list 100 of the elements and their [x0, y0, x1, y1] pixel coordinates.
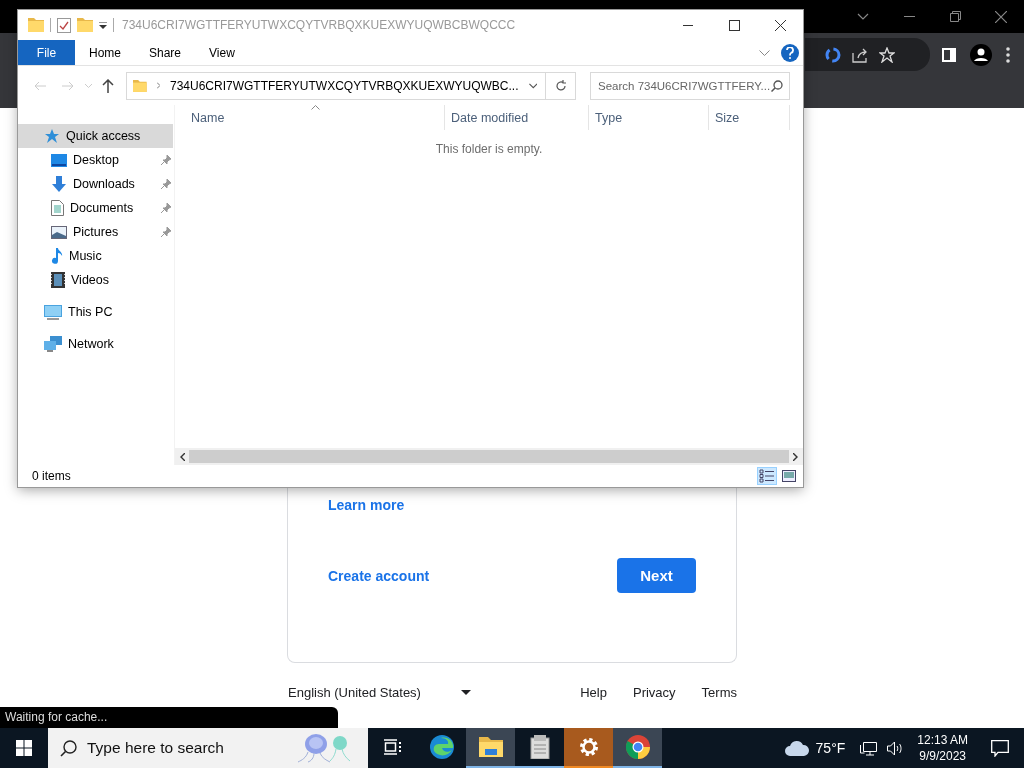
- footer-link[interactable]: Privacy: [633, 685, 676, 700]
- bookmark-star-button[interactable]: [879, 46, 895, 63]
- view-toggle[interactable]: [757, 467, 777, 485]
- nav-item[interactable]: Music: [18, 244, 173, 268]
- close-icon: [995, 10, 1007, 23]
- dropdown-arrow-icon: [99, 21, 107, 29]
- nav-item[interactable]: Downloads: [18, 172, 173, 196]
- language-select[interactable]: English (United States): [288, 685, 471, 700]
- share-icon: [852, 46, 868, 63]
- minimize-icon: [903, 16, 915, 17]
- minimize-icon: [683, 24, 693, 26]
- star-outline-icon: [879, 46, 895, 63]
- help-icon: [786, 46, 794, 59]
- nav-item[interactable]: Pictures: [18, 220, 173, 244]
- column-header[interactable]: Date modified: [445, 105, 589, 130]
- scroll-left-icon: [180, 452, 185, 461]
- nav-item[interactable]: Desktop: [18, 148, 173, 172]
- search-box[interactable]: Search 734U6CRI7WGTTFERY...: [590, 71, 790, 100]
- search-icon: [60, 739, 77, 757]
- cloud-icon: [783, 740, 810, 756]
- create-account-link[interactable]: Create account: [328, 567, 430, 584]
- learn-more-link[interactable]: Learn more: [328, 497, 405, 513]
- item-count: 0 items: [32, 469, 71, 483]
- person-icon: [970, 43, 992, 66]
- share-button[interactable]: [852, 46, 868, 63]
- ribbon-tab[interactable]: View: [195, 40, 249, 65]
- computer-icon: [44, 304, 62, 320]
- horizontal-scrollbar[interactable]: [175, 448, 803, 465]
- chevron-down-icon: [857, 13, 869, 20]
- nav-item[interactable]: Network: [18, 332, 173, 356]
- column-header[interactable]: Name: [175, 105, 445, 130]
- chevron-down-icon: [758, 49, 770, 56]
- help-button[interactable]: [781, 43, 799, 62]
- sort-caret-icon: [311, 105, 320, 110]
- chevron-down-icon: [528, 82, 537, 89]
- empty-folder-message: This folder is empty.: [435, 142, 543, 156]
- column-header[interactable]: Type: [589, 105, 709, 130]
- clock[interactable]: 12:13 AM 9/9/2023: [909, 732, 976, 764]
- nav-item[interactable]: Quick access: [18, 124, 173, 148]
- taskbar-search-field[interactable]: Type here to search: [87, 739, 267, 757]
- window-title: 734U6CRI7WGTTFERYUTWXCQYTVRBQXKUEXWYUQWBCBWQCCC: [122, 18, 516, 32]
- large-icons-view-icon: [782, 470, 796, 482]
- taskbar-app[interactable]: [613, 728, 662, 768]
- folder-icon: [77, 18, 93, 32]
- folder-icon: [133, 78, 147, 93]
- nav-item[interactable]: Videos: [18, 268, 173, 292]
- column-header[interactable]: Size: [709, 105, 790, 130]
- maximize-icon: [728, 19, 740, 31]
- profile-button[interactable]: [970, 43, 992, 66]
- taskbar-app[interactable]: [466, 728, 515, 768]
- gear-icon: [578, 737, 599, 757]
- search-icon: [771, 79, 783, 92]
- more-icon: [1006, 46, 1010, 63]
- side-panel-button[interactable]: [942, 47, 956, 62]
- nav-item[interactable]: This PC: [18, 300, 173, 324]
- dropdown-caret-icon: [460, 690, 471, 695]
- weather-widget[interactable]: 75°F: [773, 740, 856, 756]
- close-icon: [774, 19, 786, 31]
- document-icon: [51, 200, 64, 216]
- view-toggle[interactable]: [779, 467, 799, 485]
- refresh-icon: [554, 79, 567, 92]
- menu-button[interactable]: [1006, 46, 1010, 63]
- network-icon: [44, 336, 62, 352]
- chevron-down-icon: [84, 83, 92, 88]
- address-field[interactable]: 734U6CRI7WGTTFERYUTWXCQYTVRBQXKUEXWYUQWBC...: [126, 71, 546, 100]
- ribbon-tab[interactable]: Share: [135, 40, 196, 65]
- speech-bubble-icon: [991, 739, 1009, 757]
- status-bubble-text: Waiting for cache...: [5, 710, 108, 724]
- expand-ribbon-button[interactable]: [757, 49, 771, 56]
- chrome-icon: [625, 735, 650, 759]
- side-panel-icon: [942, 47, 956, 62]
- windows-logo-icon: [16, 740, 32, 756]
- footer-link[interactable]: Help: [580, 685, 607, 700]
- search-field[interactable]: Search 734U6CRI7WGTTFERY...: [598, 79, 771, 92]
- next-button[interactable]: Next: [617, 558, 696, 593]
- picture-icon: [51, 225, 67, 239]
- edge-icon: [429, 735, 454, 759]
- scroll-right-icon: [793, 452, 798, 461]
- file-tab[interactable]: File: [18, 40, 75, 65]
- left-arrow-icon: [34, 80, 46, 91]
- footer-link[interactable]: Terms: [701, 685, 737, 700]
- folder-icon: [478, 737, 503, 757]
- taskbar-search-box[interactable]: Type here to search: [48, 728, 368, 768]
- nav-item[interactable]: Documents: [18, 196, 173, 220]
- desktop-icon: [51, 153, 67, 167]
- restore-icon: [949, 11, 961, 22]
- music-note-icon: [51, 248, 63, 264]
- checklist-icon: [57, 17, 71, 33]
- ribbon-tab[interactable]: Home: [75, 40, 135, 65]
- folder-icon: [28, 18, 44, 32]
- right-arrow-icon: [62, 80, 74, 91]
- details-view-icon: [759, 469, 775, 483]
- up-arrow-icon: [102, 78, 114, 93]
- down-arrow-icon: [51, 176, 67, 192]
- chevron-right-icon: [156, 82, 160, 89]
- film-icon: [51, 272, 65, 288]
- star-icon: [44, 128, 60, 144]
- refresh-button[interactable]: [546, 71, 576, 100]
- address-bar[interactable]: [805, 38, 930, 71]
- task-view-icon: [383, 739, 402, 755]
